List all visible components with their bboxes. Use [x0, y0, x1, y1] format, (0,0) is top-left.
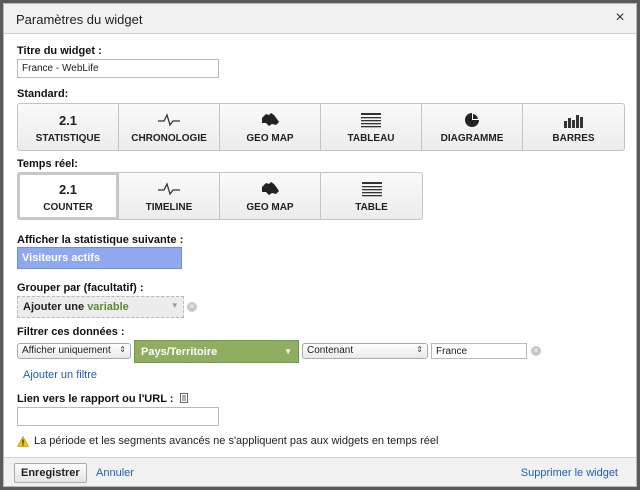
dialog-title: Paramètres du widget — [16, 12, 143, 27]
realtime-option-label: GEO MAP — [246, 202, 294, 213]
select-arrows-icon: ⇕ — [119, 345, 126, 354]
number-icon: 2.1 — [58, 112, 78, 128]
report-link-label: Lien vers le rapport ou l'URL : — [17, 393, 188, 405]
standard-option-barres[interactable]: BARRES — [523, 104, 624, 150]
widget-title-label: Titre du widget : — [17, 45, 102, 57]
australia-map-icon — [220, 112, 320, 128]
group-placeholder-highlight: variable — [87, 301, 129, 313]
warning-icon — [17, 435, 29, 447]
filter-mode-select[interactable]: Afficher uniquement ⇕ — [17, 343, 131, 359]
document-icon — [179, 393, 188, 403]
chevron-down-icon: ▾ — [172, 300, 177, 310]
realtime-label: Temps réel: — [17, 158, 78, 170]
notice-text: La période et les segments avancés ne s'… — [34, 435, 439, 447]
filter-operator-value: Contenant — [307, 345, 354, 356]
report-link-label-text: Lien vers le rapport ou l'URL : — [17, 393, 174, 405]
standard-option-label: CHRONOLOGIE — [131, 133, 207, 144]
dialog-footer: Enregistrer Annuler Supprimer le widget — [4, 457, 636, 486]
standard-option-label: STATISTIQUE — [35, 133, 101, 144]
standard-option-label: DIAGRAMME — [440, 133, 504, 144]
realtime-option-label: TABLE — [355, 202, 388, 213]
filter-mode-value: Afficher uniquement — [22, 345, 111, 356]
select-arrows-icon: ⇕ — [416, 345, 423, 354]
filter-value-input[interactable] — [431, 343, 527, 359]
standard-option-label: TABLEAU — [347, 133, 395, 144]
pie-chart-icon — [422, 112, 522, 128]
bar-chart-icon — [523, 112, 624, 128]
table-icon — [321, 181, 422, 197]
remove-filter-icon[interactable]: × — [531, 346, 541, 356]
chevron-down-icon: ▼ — [284, 347, 292, 356]
standard-option-statistique[interactable]: 2.1 STATISTIQUE — [18, 104, 119, 150]
group-label: Grouper par (facultatif) : — [17, 282, 144, 294]
widget-settings-dialog: Paramètres du widget × Titre du widget :… — [3, 3, 637, 487]
standard-label: Standard: — [17, 88, 69, 100]
filter-operator-select[interactable]: Contenant ⇕ — [302, 343, 428, 359]
realtime-option-label: TIMELINE — [145, 202, 193, 213]
realtime-type-group: 2.1 COUNTER TIMELINE GEO MAP TABLE — [17, 172, 423, 220]
realtime-option-timeline[interactable]: TIMELINE — [119, 173, 220, 219]
timeline-icon — [119, 181, 219, 197]
realtime-option-counter[interactable]: 2.1 COUNTER — [18, 173, 119, 219]
widget-title-input[interactable] — [17, 59, 219, 78]
standard-option-chronologie[interactable]: CHRONOLOGIE — [119, 104, 220, 150]
group-placeholder-prefix: Ajouter une — [23, 301, 85, 313]
realtime-option-geo-map[interactable]: GEO MAP — [220, 173, 321, 219]
add-filter-link[interactable]: Ajouter un filtre — [23, 369, 97, 381]
standard-option-label: BARRES — [552, 133, 595, 144]
number-icon: 2.1 — [58, 181, 78, 197]
cancel-link[interactable]: Annuler — [96, 467, 134, 479]
realtime-option-table[interactable]: TABLE — [321, 173, 422, 219]
australia-map-icon — [220, 181, 320, 197]
standard-option-geo-map[interactable]: GEO MAP — [220, 104, 321, 150]
save-button[interactable]: Enregistrer — [14, 463, 87, 483]
filter-dimension-value: Pays/Territoire — [141, 346, 218, 358]
filter-label: Filtrer ces données : — [17, 326, 125, 338]
realtime-notice: La période et les segments avancés ne s'… — [17, 435, 438, 447]
realtime-option-label: COUNTER — [43, 202, 93, 213]
metric-select[interactable]: Visiteurs actifs — [17, 247, 182, 269]
timeline-icon — [119, 112, 219, 128]
close-icon[interactable]: × — [610, 8, 630, 28]
metric-label: Afficher la statistique suivante : — [17, 234, 184, 246]
standard-option-diagramme[interactable]: DIAGRAMME — [422, 104, 523, 150]
remove-group-icon[interactable]: × — [187, 302, 197, 312]
filter-dimension-select[interactable]: Pays/Territoire ▼ — [134, 340, 299, 363]
table-icon — [321, 112, 421, 128]
dialog-titlebar: Paramètres du widget × — [4, 4, 636, 34]
standard-option-tableau[interactable]: TABLEAU — [321, 104, 422, 150]
delete-widget-link[interactable]: Supprimer le widget — [521, 467, 618, 479]
report-link-input[interactable] — [17, 407, 219, 426]
group-by-select[interactable]: Ajouter une variable ▾ — [17, 296, 184, 318]
standard-option-label: GEO MAP — [246, 133, 294, 144]
standard-type-group: 2.1 STATISTIQUE CHRONOLOGIE GEO MAP TABL… — [17, 103, 625, 151]
